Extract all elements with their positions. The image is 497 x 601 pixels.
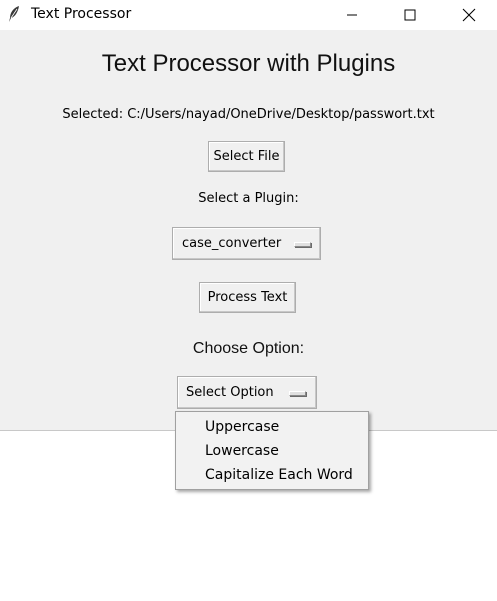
close-button[interactable] bbox=[446, 0, 492, 30]
select-file-button[interactable]: Select File bbox=[208, 141, 285, 172]
option-dropdown-menu: Uppercase Lowercase Capitalize Each Word bbox=[175, 411, 369, 490]
maximize-button[interactable] bbox=[387, 0, 433, 30]
selected-file-label: Selected: C:/Users/nayad/OneDrive/Deskto… bbox=[62, 107, 435, 122]
plugin-dropdown-value: case_converter bbox=[182, 236, 282, 251]
choose-option-label: Choose Option: bbox=[192, 340, 305, 357]
option-dropdown-value: Select Option bbox=[186, 385, 274, 400]
maximize-icon bbox=[404, 9, 416, 21]
dropdown-indicator-icon bbox=[294, 242, 311, 247]
window-title: Text Processor bbox=[31, 6, 132, 22]
menu-item-lowercase[interactable]: Lowercase bbox=[205, 442, 279, 460]
feather-icon bbox=[7, 5, 21, 23]
process-text-button[interactable]: Process Text bbox=[199, 282, 296, 313]
title-bar[interactable]: Text Processor bbox=[0, 0, 497, 30]
minimize-button[interactable] bbox=[329, 0, 375, 30]
close-icon bbox=[462, 8, 476, 22]
menu-item-capitalize-each-word[interactable]: Capitalize Each Word bbox=[205, 466, 353, 484]
select-file-button-label: Select File bbox=[213, 149, 280, 164]
minimize-icon bbox=[347, 14, 357, 16]
plugin-label: Select a Plugin: bbox=[198, 191, 299, 206]
process-text-button-label: Process Text bbox=[207, 290, 288, 305]
menu-item-uppercase[interactable]: Uppercase bbox=[205, 418, 279, 436]
option-dropdown[interactable]: Select Option bbox=[177, 376, 317, 409]
dropdown-indicator-icon bbox=[289, 391, 306, 396]
page-title: Text Processor with Plugins bbox=[101, 50, 396, 77]
plugin-dropdown[interactable]: case_converter bbox=[172, 227, 321, 260]
